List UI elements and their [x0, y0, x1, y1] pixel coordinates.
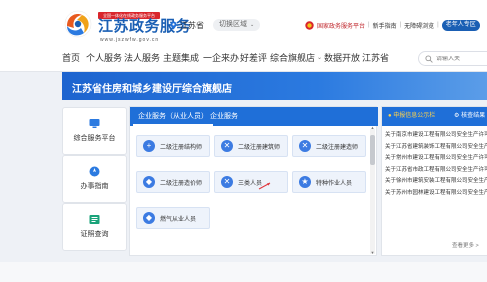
tab-check-results-label: 核查结果: [461, 113, 486, 119]
divider: |: [399, 22, 402, 28]
elder-zone-button[interactable]: 老年人专区: [441, 19, 480, 31]
service-label: 二级注册结构师: [160, 144, 203, 151]
left-menu-label: 综合服务平台: [73, 135, 116, 142]
services-panel: 企业服务（从业人员） 企业服务 + 二级注册结构师 ✕ 二级注册建筑师 ✕ 二级…: [129, 106, 378, 256]
tab-check-results[interactable]: ⚙ 核查结果: [454, 107, 485, 126]
national-emblem-icon: [305, 20, 314, 30]
service-item[interactable]: + 二级注册结构师: [136, 135, 210, 157]
scrollbar[interactable]: [370, 129, 375, 254]
service-tabs: 企业服务（从业人员） 企业服务: [130, 107, 378, 126]
monitor-icon: [89, 119, 100, 128]
switch-region-label: 切换区域: [219, 21, 247, 28]
nav-legal-services[interactable]: 法人服务: [124, 52, 160, 64]
bell-icon: ●: [388, 113, 392, 119]
tab-enterprise-practitioners[interactable]: 企业服务（从业人员）: [133, 107, 213, 126]
left-menu-service-platform[interactable]: 综合服务平台: [62, 107, 127, 155]
nav-data-open[interactable]: 数据开放: [324, 52, 360, 64]
divider: |: [368, 22, 370, 28]
divider: |: [437, 22, 439, 28]
left-menu-certificate-query[interactable]: 证照查询: [62, 203, 127, 251]
left-menu-label: 办事指南: [80, 183, 109, 190]
list-item[interactable]: 关于南京市建设工程有限公司安全生产许可证: [385, 130, 487, 142]
jiangsu-gov-logo-icon[interactable]: [62, 8, 94, 38]
list-item[interactable]: 关于江苏省建筑装饰工程有限公司安全生产: [385, 142, 487, 154]
list-item[interactable]: 关于江苏省市政工程有限公司安全生产许可: [385, 165, 487, 177]
tab-announcements[interactable]: ● 申报信息公示栏: [388, 107, 435, 126]
page-banner: 江苏省住房和城乡建设厅综合旗舰店: [62, 72, 487, 100]
announcements-panel: ● 申报信息公示栏 ⚙ 核查结果 关于南京市建设工程有限公司安全生产许可证 关于…: [381, 106, 487, 256]
top-header: 全国一体化在线政务服务平台 江苏政务服务 www.jszwfw.gov.cn 江…: [0, 0, 487, 44]
service-label: 二级注册造价师: [160, 180, 203, 187]
nav-rating[interactable]: 好差评: [240, 52, 267, 64]
nav-home[interactable]: 首页: [62, 52, 80, 64]
service-item[interactable]: ✕ 二级注册建筑师: [214, 135, 288, 157]
new-guide-link[interactable]: 新手指南: [373, 21, 397, 30]
nav-one-enterprise[interactable]: 一企来办: [203, 52, 239, 64]
announcement-list: 关于南京市建设工程有限公司安全生产许可证 关于江苏省建筑装饰工程有限公司安全生产…: [385, 130, 487, 199]
nav-jiangsu-affairs[interactable]: 江苏省: [362, 52, 389, 64]
accessible-browse-link[interactable]: 无障碍浏览: [404, 21, 434, 30]
tools-icon: ✕: [299, 140, 311, 152]
switch-region-button[interactable]: 切换区域 ⌄: [213, 19, 261, 31]
service-label: 燃气从业人员: [160, 216, 197, 223]
service-item[interactable]: ◆ 二级注册造价师: [136, 171, 210, 193]
tab-enterprise-services[interactable]: 企业服务: [205, 107, 243, 126]
national-platform-link[interactable]: 国家政务服务平台: [317, 21, 365, 30]
gear-icon: ⚙: [454, 113, 460, 119]
location-selector: 江苏省 切换区域 ⌄: [170, 19, 261, 31]
chevron-down-icon: ⌄: [317, 55, 323, 61]
scrollbar-thumb[interactable]: [370, 135, 375, 165]
page-bottom-area: [0, 262, 487, 282]
certificate-icon: [89, 215, 100, 224]
tools-icon: ✕: [221, 140, 233, 152]
left-menu-guide[interactable]: 办事指南: [62, 155, 127, 203]
page-title: 江苏省住房和城乡建设厅综合旗舰店: [72, 84, 232, 95]
service-item[interactable]: ✕ 三类人员: [214, 171, 288, 193]
view-more-link[interactable]: 查看更多 >: [452, 241, 479, 249]
compass-icon: [89, 166, 100, 177]
main-nav: 首页 个人服务 法人服务 主题集成 一企来办 好差评 综合旗舰店 ⌄ 数据开放 …: [0, 44, 487, 72]
nav-theme-integration[interactable]: 主题集成: [163, 52, 199, 64]
search-input[interactable]: [436, 55, 486, 62]
plus-icon: +: [143, 140, 155, 152]
top-links: 国家政务服务平台 | 新手指南 | 无障碍浏览 | 老年人专区: [305, 19, 480, 31]
service-label: 特种作业人员: [316, 180, 353, 187]
star-icon: ★: [299, 176, 311, 188]
site-url: www.jszwfw.gov.cn: [100, 37, 160, 43]
current-location: 江苏省: [180, 20, 204, 30]
service-label: 二级注册建造师: [316, 144, 359, 151]
service-item[interactable]: ★ 特种作业人员: [292, 171, 366, 193]
list-item[interactable]: 关于苏州市园林建设工程有限公司安全生产: [385, 188, 487, 200]
chevron-down-icon: ⌄: [250, 22, 255, 28]
scroll-down-icon[interactable]: ▼: [370, 251, 375, 255]
tools-icon: ✕: [221, 176, 233, 188]
location-pin-icon: [170, 21, 177, 29]
tab-announcements-label: 申报信息公示栏: [393, 113, 436, 119]
search-icon[interactable]: [425, 54, 433, 63]
nav-flagship-store-label: 综合旗舰店: [270, 53, 316, 63]
left-menu-label: 证照查询: [80, 231, 109, 238]
nav-flagship-store[interactable]: 综合旗舰店 ⌄: [270, 52, 322, 64]
list-item[interactable]: 关于徐州市建筑安装工程有限公司安全生产: [385, 176, 487, 188]
service-label: 二级注册建筑师: [238, 144, 281, 151]
diamond-icon: ◆: [143, 212, 155, 224]
diamond-icon: ◆: [143, 176, 155, 188]
red-arrow-annotation-icon: [258, 182, 271, 190]
list-item[interactable]: 关于常州市建设工程有限公司安全生产许可: [385, 153, 487, 165]
service-item[interactable]: ✕ 二级注册建造师: [292, 135, 366, 157]
service-item[interactable]: ◆ 燃气从业人员: [136, 207, 210, 229]
announcement-tabs: ● 申报信息公示栏 ⚙ 核查结果: [382, 107, 487, 126]
nav-personal-services[interactable]: 个人服务: [86, 52, 122, 64]
search-box[interactable]: [418, 51, 487, 66]
